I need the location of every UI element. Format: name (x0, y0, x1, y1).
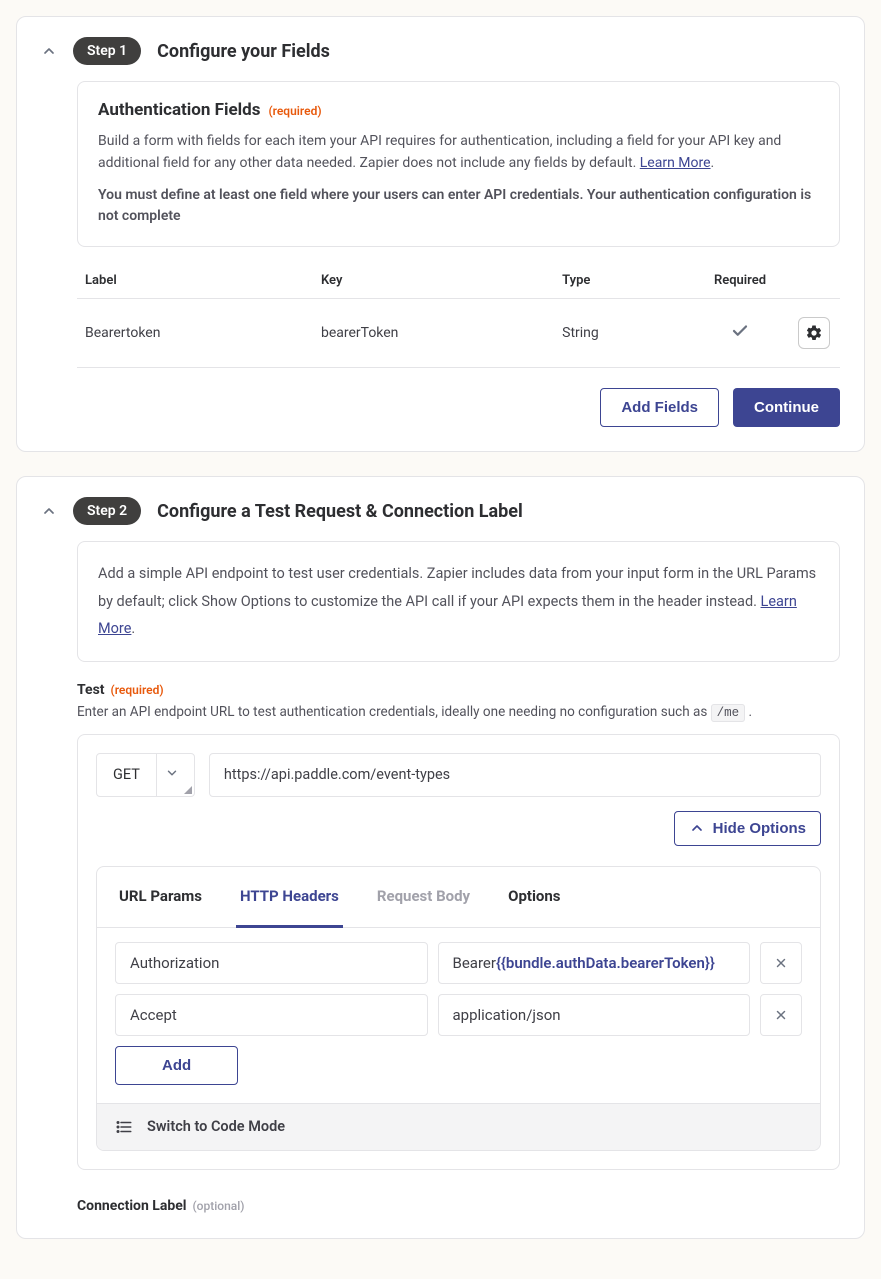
chevron-up-icon (689, 820, 705, 836)
table-header-row: Label Key Type Required (77, 263, 840, 299)
close-icon (774, 1008, 788, 1022)
close-icon (774, 956, 788, 970)
hide-options-button[interactable]: Hide Options (674, 811, 821, 846)
optional-tag: (optional) (193, 1199, 245, 1213)
me-code-chip: /me (711, 704, 746, 722)
field-key-cell: bearerToken (313, 299, 554, 368)
tab-url-params[interactable]: URL Params (115, 867, 206, 928)
tab-request-body[interactable]: Request Body (373, 867, 474, 928)
header-row: Bearer {{bundle.authData.bearerToken}} (115, 942, 802, 984)
auth-fields-title: Authentication Fields (98, 100, 260, 120)
auth-fields-box: Authentication Fields (required) Build a… (77, 81, 840, 247)
field-type-cell: String (554, 299, 690, 368)
chevron-down-icon[interactable] (156, 754, 194, 796)
col-type: Type (554, 263, 690, 299)
add-header-button[interactable]: Add (115, 1046, 238, 1085)
col-required: Required (690, 263, 790, 299)
auth-fields-desc: Build a form with fields for each item y… (98, 130, 819, 175)
tabs: URL Params HTTP Headers Request Body Opt… (97, 867, 820, 928)
method-value: GET (97, 754, 156, 796)
table-row: Bearertoken bearerToken String (77, 299, 840, 368)
add-fields-button[interactable]: Add Fields (600, 388, 719, 427)
field-label-cell: Bearertoken (77, 299, 313, 368)
step2-title: Configure a Test Request & Connection La… (157, 501, 523, 522)
fields-table: Label Key Type Required Bearertoken bear… (77, 263, 840, 368)
step1-card: Step 1 Configure your Fields Authenticat… (16, 16, 865, 452)
step2-pill: Step 2 (73, 497, 141, 525)
auth-fields-warning: You must define at least one field where… (98, 185, 819, 228)
step2-desc: Add a simple API endpoint to test user c… (77, 541, 840, 662)
method-select[interactable]: GET (96, 753, 195, 797)
step1-header: Step 1 Configure your Fields (41, 37, 840, 65)
required-tag: (required) (111, 683, 164, 697)
request-box: GET Hide Options URL Params HTTP Headers (77, 734, 840, 1170)
template-token: {{bundle.authData.bearerToken}} (496, 954, 715, 972)
col-key: Key (313, 263, 554, 299)
tab-http-headers[interactable]: HTTP Headers (236, 867, 343, 928)
step2-card: Step 2 Configure a Test Request & Connec… (16, 476, 865, 1239)
required-check-icon (690, 299, 790, 368)
header-value-input[interactable]: application/json (438, 994, 751, 1036)
step2-header: Step 2 Configure a Test Request & Connec… (41, 497, 840, 525)
chevron-up-icon[interactable] (41, 503, 57, 519)
required-tag: (required) (268, 104, 321, 118)
list-icon (115, 1118, 133, 1136)
step1-title: Configure your Fields (157, 41, 330, 62)
connection-label: Connection Label (77, 1198, 187, 1214)
switch-code-mode[interactable]: Switch to Code Mode (97, 1103, 820, 1150)
step1-pill: Step 1 (73, 37, 141, 65)
options-panel: URL Params HTTP Headers Request Body Opt… (96, 866, 821, 1151)
test-hint: Enter an API endpoint URL to test authen… (77, 704, 840, 720)
header-key-input[interactable] (115, 994, 428, 1036)
remove-header-button[interactable] (760, 994, 802, 1036)
test-label: Test (77, 682, 105, 698)
tab-options[interactable]: Options (504, 867, 564, 928)
chevron-up-icon[interactable] (41, 43, 57, 59)
continue-button[interactable]: Continue (733, 388, 840, 427)
gear-button[interactable] (798, 317, 830, 349)
remove-header-button[interactable] (760, 942, 802, 984)
headers-body: Bearer {{bundle.authData.bearerToken}} a… (97, 928, 820, 1103)
url-input[interactable] (209, 753, 821, 797)
header-value-input[interactable]: Bearer {{bundle.authData.bearerToken}} (438, 942, 751, 984)
switch-code-label: Switch to Code Mode (147, 1118, 285, 1135)
header-key-input[interactable] (115, 942, 428, 984)
header-row: application/json (115, 994, 802, 1036)
learn-more-link[interactable]: Learn More (640, 155, 711, 171)
col-label: Label (77, 263, 313, 299)
